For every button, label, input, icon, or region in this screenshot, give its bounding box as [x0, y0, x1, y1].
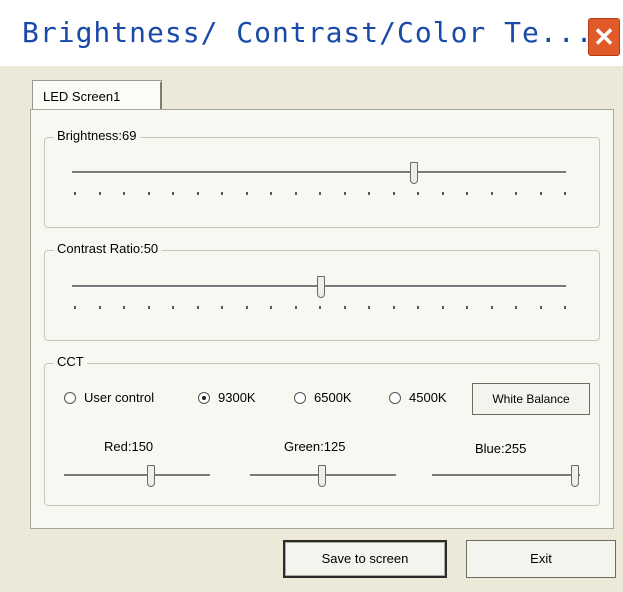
- slider-tick: [270, 306, 272, 309]
- contrast-tick-marks: [74, 306, 566, 310]
- slider-tick: [74, 306, 76, 309]
- brightness-group: [44, 137, 600, 228]
- slider-tick: [197, 192, 199, 195]
- close-button[interactable]: ✕: [588, 18, 620, 56]
- slider-tick: [515, 192, 517, 195]
- brightness-slider-track[interactable]: [72, 171, 566, 174]
- slider-tick: [270, 192, 272, 195]
- slider-tick: [515, 306, 517, 309]
- radio-6500k-circle: [294, 391, 306, 404]
- slider-tick: [466, 192, 468, 195]
- save-to-screen-button[interactable]: Save to screen: [283, 540, 447, 578]
- slider-tick: [221, 306, 223, 309]
- slider-tick: [540, 306, 542, 309]
- radio-6500k-label: 6500K: [314, 390, 352, 405]
- radio-4500k[interactable]: 4500K: [389, 390, 447, 405]
- slider-tick: [221, 192, 223, 195]
- slider-tick: [148, 306, 150, 309]
- slider-tick: [319, 192, 321, 195]
- radio-user-control[interactable]: User control: [64, 390, 154, 405]
- slider-tick: [368, 192, 370, 195]
- slider-tick: [246, 306, 248, 309]
- radio-user-control-label: User control: [84, 390, 155, 405]
- window-title: Brightness/ Contrast/Color Te...: [22, 16, 594, 49]
- slider-tick: [148, 192, 150, 195]
- radio-user-control-circle: [64, 391, 76, 404]
- slider-tick: [74, 192, 76, 195]
- slider-tick: [442, 192, 444, 195]
- slider-tick: [123, 192, 125, 195]
- slider-tick: [417, 192, 419, 195]
- slider-tick: [368, 306, 370, 309]
- radio-4500k-circle: [389, 391, 401, 404]
- red-slider-thumb[interactable]: [147, 465, 155, 487]
- blue-slider-thumb[interactable]: [571, 465, 579, 487]
- tab-divider: [160, 82, 162, 110]
- slider-tick: [319, 306, 321, 309]
- slider-tick: [540, 192, 542, 195]
- slider-tick: [172, 192, 174, 195]
- slider-tick: [564, 306, 566, 309]
- slider-tick: [99, 306, 101, 309]
- title-bar: Brightness/ Contrast/Color Te... ✕: [0, 0, 623, 66]
- tab-led-screen1[interactable]: LED Screen1: [32, 80, 162, 110]
- red-slider-track[interactable]: [64, 474, 210, 477]
- slider-tick: [197, 306, 199, 309]
- radio-9300k-label: 9300K: [218, 390, 256, 405]
- slider-tick: [393, 306, 395, 309]
- exit-label: Exit: [530, 551, 552, 566]
- brightness-slider-thumb[interactable]: [410, 162, 418, 184]
- save-to-screen-label: Save to screen: [321, 551, 409, 566]
- slider-tick: [393, 192, 395, 195]
- tab-label: LED Screen1: [43, 89, 121, 104]
- radio-4500k-label: 4500K: [409, 390, 447, 405]
- slider-tick: [564, 192, 566, 195]
- radio-9300k[interactable]: 9300K: [198, 390, 256, 405]
- slider-tick: [344, 192, 346, 195]
- slider-tick: [491, 192, 493, 195]
- radio-9300k-circle: [198, 391, 210, 404]
- exit-button[interactable]: Exit: [466, 540, 616, 578]
- slider-tick: [466, 306, 468, 309]
- brightness-tick-marks: [74, 192, 566, 196]
- red-label: Red:150: [104, 439, 154, 454]
- slider-tick: [295, 306, 297, 309]
- cct-label: CCT: [54, 354, 87, 369]
- contrast-label: Contrast Ratio:50: [54, 241, 162, 256]
- slider-tick: [246, 192, 248, 195]
- green-label: Green:125: [284, 439, 346, 454]
- brightness-contrast-dialog: Brightness/ Contrast/Color Te... ✕ LED S…: [0, 0, 623, 592]
- blue-slider-track[interactable]: [432, 474, 580, 477]
- white-balance-button[interactable]: White Balance: [472, 383, 590, 415]
- green-slider-thumb[interactable]: [318, 465, 326, 487]
- slider-tick: [344, 306, 346, 309]
- slider-tick: [295, 192, 297, 195]
- slider-tick: [417, 306, 419, 309]
- slider-tick: [172, 306, 174, 309]
- slider-tick: [442, 306, 444, 309]
- blue-label: Blue:255: [475, 441, 527, 456]
- slider-tick: [491, 306, 493, 309]
- white-balance-label: White Balance: [492, 392, 570, 406]
- radio-6500k[interactable]: 6500K: [294, 390, 352, 405]
- brightness-label: Brightness:69: [54, 128, 140, 143]
- slider-tick: [99, 192, 101, 195]
- close-icon: ✕: [593, 22, 615, 52]
- slider-tick: [123, 306, 125, 309]
- contrast-slider-thumb[interactable]: [317, 276, 325, 298]
